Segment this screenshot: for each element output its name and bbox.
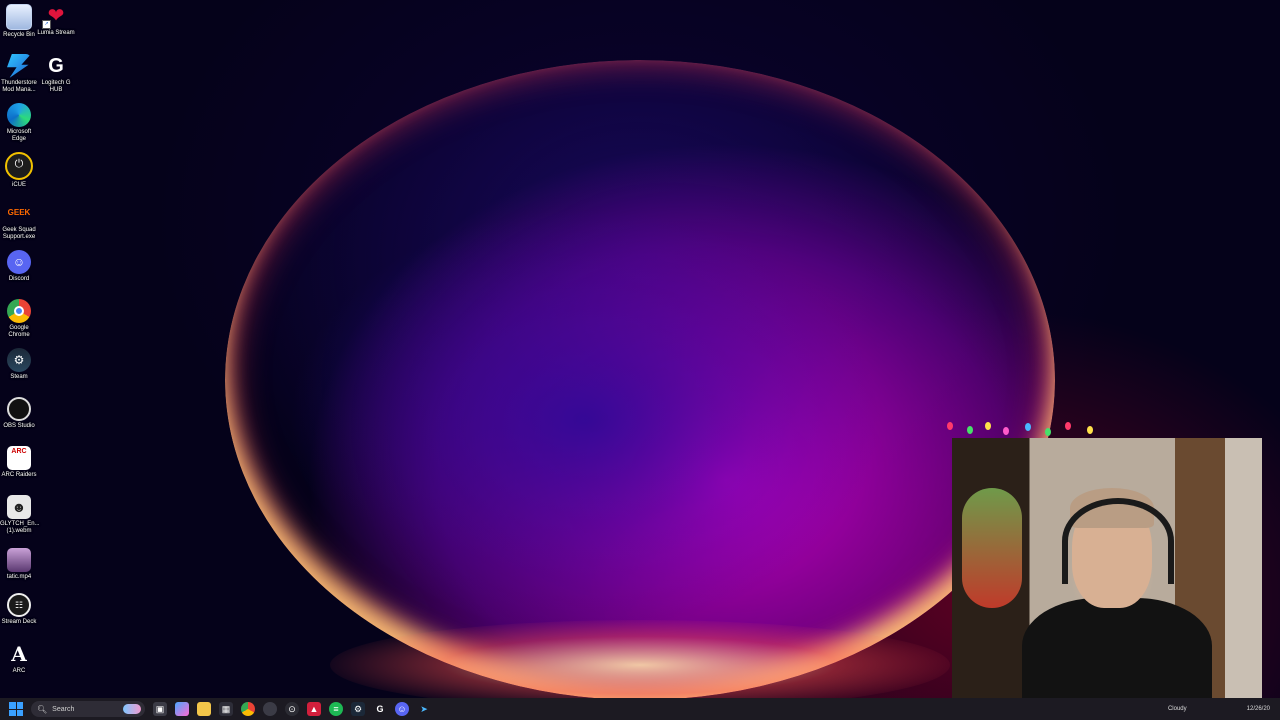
search-highlight-icon — [123, 704, 141, 714]
icue-icon: ⏻ — [5, 152, 33, 180]
desktop-icon-label: Stream Deck — [1, 619, 37, 625]
taskbar: 🔍︎ Search ▣ ▦ ⊙ ▲ ≡ ⚙ G ☺ ➤ Cloudy 12/26… — [0, 698, 1280, 720]
desktop-icon-label: Discord — [8, 276, 30, 282]
recycle-bin-icon — [6, 4, 32, 30]
date-label: 12/26/20 — [1246, 705, 1270, 712]
desktop-icon-stream-deck[interactable]: ☷ Stream Deck — [0, 593, 38, 626]
desktop-icon-label: Geek Squad Support.exe — [2, 227, 36, 240]
desktop-icon-chrome[interactable]: Google Chrome — [0, 299, 38, 339]
logitech-icon[interactable]: G — [373, 702, 387, 716]
chrome-icon[interactable] — [241, 702, 255, 716]
search-icon: 🔍︎ — [37, 704, 48, 714]
discord-icon: ☺ — [7, 250, 31, 274]
desktop-icon-label: Steam — [10, 374, 28, 380]
steam-icon[interactable]: ⚙ — [351, 702, 365, 716]
desktop-icon-label: Lumia Stream — [37, 30, 75, 36]
obs-icon — [7, 397, 31, 421]
discord-icon[interactable]: ☺ — [395, 702, 409, 716]
desktop-icon-label: GLYTCH_En... (1).webm — [0, 521, 40, 534]
store-icon[interactable]: ▦ — [219, 702, 233, 716]
christmas-lights — [945, 420, 1275, 440]
app-icon[interactable]: ⊙ — [285, 702, 299, 716]
desktop-icon-label: tatic.mp4 — [6, 574, 32, 580]
wallpaper-glow — [330, 620, 950, 700]
desktop-icon-icue[interactable]: ⏻ iCUE — [0, 152, 38, 189]
webcam-overlay — [952, 438, 1262, 708]
start-button[interactable] — [9, 702, 23, 716]
desktop-icon-edge[interactable]: Microsoft Edge — [0, 103, 38, 143]
steam-icon: ⚙ — [7, 348, 31, 372]
headset — [1062, 498, 1174, 584]
app-icon[interactable] — [263, 702, 277, 716]
arc-raiders-icon: ARC — [7, 446, 31, 470]
copilot-icon[interactable] — [175, 702, 189, 716]
desktop-icon-arc-raiders[interactable]: ARC ARC Raiders — [0, 446, 38, 479]
streamer-torso — [1022, 598, 1212, 708]
desktop-icon-label: iCUE — [11, 182, 26, 188]
desktop-icon-thunderstore[interactable]: Thunderstore Mod Mana... — [0, 54, 38, 94]
desktop-icon-static-video[interactable]: tatic.mp4 — [0, 548, 38, 581]
system-tray: Cloudy 12/26/20 — [1168, 706, 1270, 713]
desktop-icon-obs[interactable]: OBS Studio — [0, 397, 38, 430]
desktop-icon-label: ARC — [12, 668, 26, 674]
app-icon[interactable]: ▲ — [307, 702, 321, 716]
arc-icon: A — [11, 642, 27, 666]
desktop-icon-logitech-ghub[interactable]: G Logitech G HUB — [37, 54, 75, 94]
clock[interactable]: 12/26/20 — [1247, 706, 1270, 713]
taskbar-search[interactable]: 🔍︎ Search — [31, 701, 145, 717]
search-placeholder: Search — [52, 705, 75, 713]
video-file-icon: ☻ — [7, 495, 31, 519]
file-explorer-icon[interactable] — [197, 702, 211, 716]
desktop-icon-steam[interactable]: ⚙ Steam — [0, 348, 38, 381]
spotify-icon[interactable]: ≡ — [329, 702, 343, 716]
desktop-icon-label: Thunderstore Mod Mana... — [1, 80, 37, 93]
desktop-icon-label: Recycle Bin — [3, 32, 35, 38]
weather-label[interactable]: Cloudy — [1168, 706, 1187, 712]
desktop-icon-recycle-bin[interactable]: Recycle Bin — [0, 4, 38, 39]
desktop-icon-discord[interactable]: ☺ Discord — [0, 250, 38, 283]
lumia-stream-icon: ❤ ↗ — [42, 4, 68, 29]
stream-deck-icon: ☷ — [7, 593, 31, 617]
desktop-icon-lumia-stream[interactable]: ❤ ↗ Lumia Stream — [37, 4, 75, 37]
wallpaper-orb — [225, 60, 1055, 700]
chrome-icon — [7, 299, 31, 323]
desktop-icon-label: Google Chrome — [8, 325, 30, 338]
geek-squad-icon: GEEK — [7, 208, 31, 217]
edge-icon — [7, 103, 31, 127]
desktop-icon-glytch-video[interactable]: ☻ GLYTCH_En... (1).webm — [0, 495, 40, 535]
logitech-ghub-icon: G — [48, 55, 64, 77]
arrow-icon[interactable]: ➤ — [417, 702, 431, 716]
task-view-icon[interactable]: ▣ — [153, 702, 167, 716]
desktop-icon-label: ARC Raiders — [1, 472, 37, 478]
thunderstore-icon — [7, 54, 31, 78]
desktop-icon-label: Logitech G HUB — [41, 80, 71, 93]
desktop-icon-label: OBS Studio — [3, 423, 35, 429]
plush-toy — [962, 488, 1022, 608]
video-file-icon — [7, 548, 31, 572]
desktop-icon-label: Microsoft Edge — [6, 129, 32, 142]
desktop-icon-arc[interactable]: A ARC — [0, 642, 38, 675]
desktop-icon-geek-squad[interactable]: GEEK Geek Squad Support.exe — [0, 201, 38, 241]
